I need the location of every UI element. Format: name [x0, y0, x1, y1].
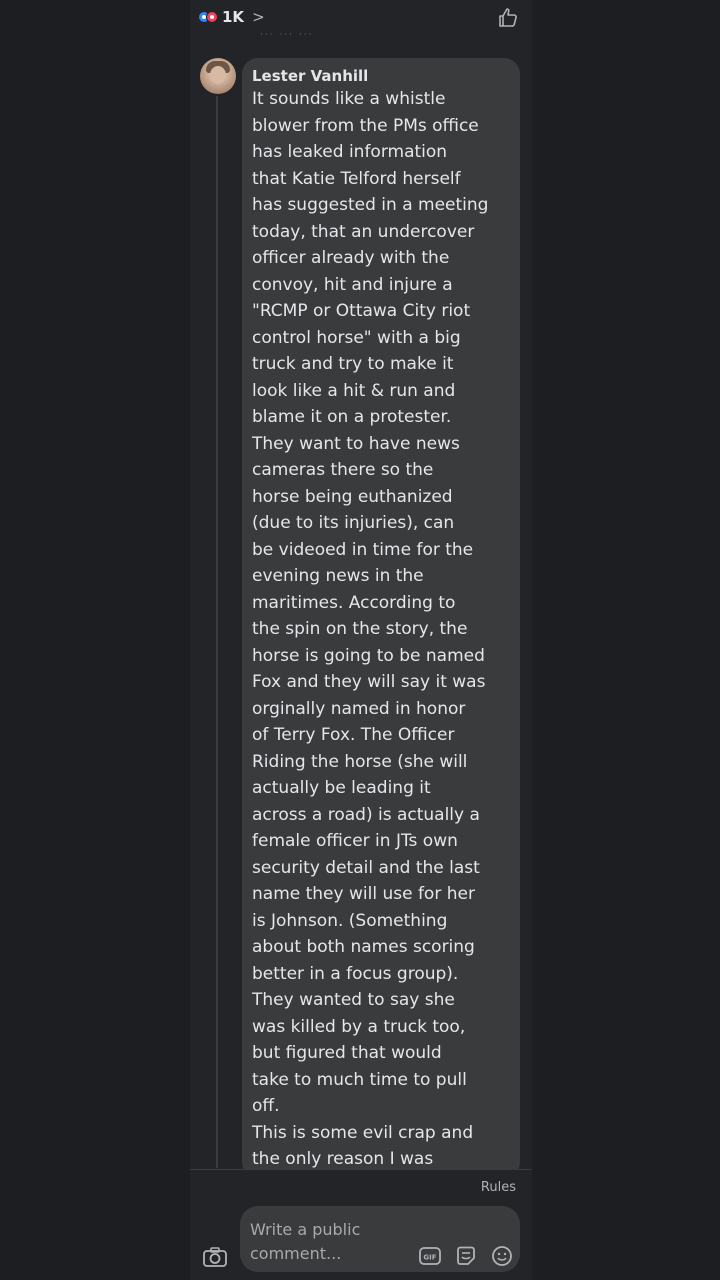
- comment-text-line: maritimes. According to: [252, 592, 456, 613]
- comment-bubble[interactable]: Lester Vanhill It sounds like a whistle b…: [242, 58, 520, 1178]
- comment-text-line: truck and try to make it: [252, 354, 454, 374]
- thread-line: [216, 96, 218, 1168]
- comment-text-line: better in a focus group).: [252, 963, 459, 984]
- top-bar: 1K > ··· ··· ···: [190, 0, 532, 40]
- love-reaction-icon: [206, 11, 218, 23]
- reaction-icons: [198, 11, 218, 23]
- like-icon[interactable]: [496, 6, 520, 30]
- comment-text-line: "RCMP or Ottawa City riot: [252, 301, 471, 321]
- comment-input-placeholder: Write a public comment...: [250, 1220, 361, 1263]
- comment-text-line: look like a hit & run and: [252, 380, 456, 401]
- comment-text-line: was killed by a truck too,: [252, 1016, 466, 1037]
- comment-text-line: officer already with the: [252, 248, 450, 268]
- comment-text-line: It sounds like a whistle: [252, 89, 446, 109]
- comment-text-line: be videoed in time for the: [252, 539, 474, 560]
- comment-text-line: They want to have news: [252, 433, 460, 454]
- comment-text-line: across a road) is actually a: [252, 804, 480, 825]
- avatar-face: [210, 66, 226, 84]
- comment-text-line: cameras there so the: [252, 460, 434, 480]
- comment-text-line: orginally named in honor: [252, 698, 466, 719]
- comment-text-line: about both names scoring: [252, 937, 475, 957]
- rules-link[interactable]: Rules: [481, 1180, 516, 1195]
- comment-text-line: the spin on the story, the: [252, 619, 468, 639]
- comment-input[interactable]: Write a public comment... GIF: [240, 1206, 520, 1272]
- comment-text-line: is Johnson. (Something: [252, 910, 448, 931]
- comment-text-line: has suggested in a meeting: [252, 195, 489, 215]
- camera-icon[interactable]: [202, 1246, 228, 1268]
- comment-text-line: (due to its injuries), can: [252, 513, 455, 533]
- comment-text-line: today, that an undercover: [252, 221, 475, 242]
- comment-text-line: security detail and the last: [252, 857, 480, 878]
- sticker-icon[interactable]: [454, 1244, 478, 1268]
- faded-previous-actions: ··· ··· ···: [260, 30, 314, 40]
- comment-text-line: Fox and they will say it was: [252, 672, 486, 692]
- comment-text-line: blame it on a protester.: [252, 407, 452, 427]
- svg-text:GIF: GIF: [423, 1254, 436, 1262]
- comment-text-line: that Katie Telford herself: [252, 168, 461, 189]
- comment-text-line: name they will use for her: [252, 884, 475, 904]
- comment-text-line: They wanted to say she: [252, 990, 455, 1010]
- comment-text-line: control horse" with a big: [252, 327, 461, 348]
- comment-author[interactable]: Lester Vanhill: [252, 66, 510, 86]
- comment-text-line: convoy, hit and injure a: [252, 274, 453, 295]
- composer-icons: GIF: [418, 1244, 514, 1268]
- comment-text-line: This is some evil crap and: [252, 1122, 474, 1143]
- comment-text-line: take to much time to pull: [252, 1069, 467, 1090]
- comment-text-line: but figured that would: [252, 1043, 442, 1063]
- comment-text-line: actually be leading it: [252, 778, 431, 798]
- comment-text-line: Riding the horse (she will: [252, 751, 468, 772]
- reactions-summary[interactable]: 1K >: [198, 8, 265, 26]
- comment-text-line: horse is going to be named: [252, 645, 485, 666]
- gif-icon[interactable]: GIF: [418, 1244, 442, 1268]
- comment-text-line: blower from the PMs office: [252, 115, 479, 136]
- reaction-count: 1K: [222, 8, 245, 26]
- comment-text-line: off.: [252, 1096, 280, 1116]
- avatar[interactable]: [200, 58, 236, 94]
- comment-text-line: of Terry Fox. The Officer: [252, 725, 455, 745]
- comment-body: It sounds like a whistle blower from the …: [252, 86, 510, 1173]
- comment-composer: Rules Write a public comment... GIF: [190, 1170, 532, 1280]
- emoji-icon[interactable]: [490, 1244, 514, 1268]
- comment-text-line: has leaked information: [252, 142, 448, 162]
- chevron-right-icon: >: [252, 8, 265, 26]
- comment-text-line: female officer in JTs own: [252, 831, 458, 851]
- comment-text-line: horse being euthanized: [252, 486, 453, 507]
- screen: 1K > ··· ··· ··· Lester Vanhill It sound…: [0, 0, 720, 1280]
- comment-text-line: evening news in the: [252, 566, 424, 586]
